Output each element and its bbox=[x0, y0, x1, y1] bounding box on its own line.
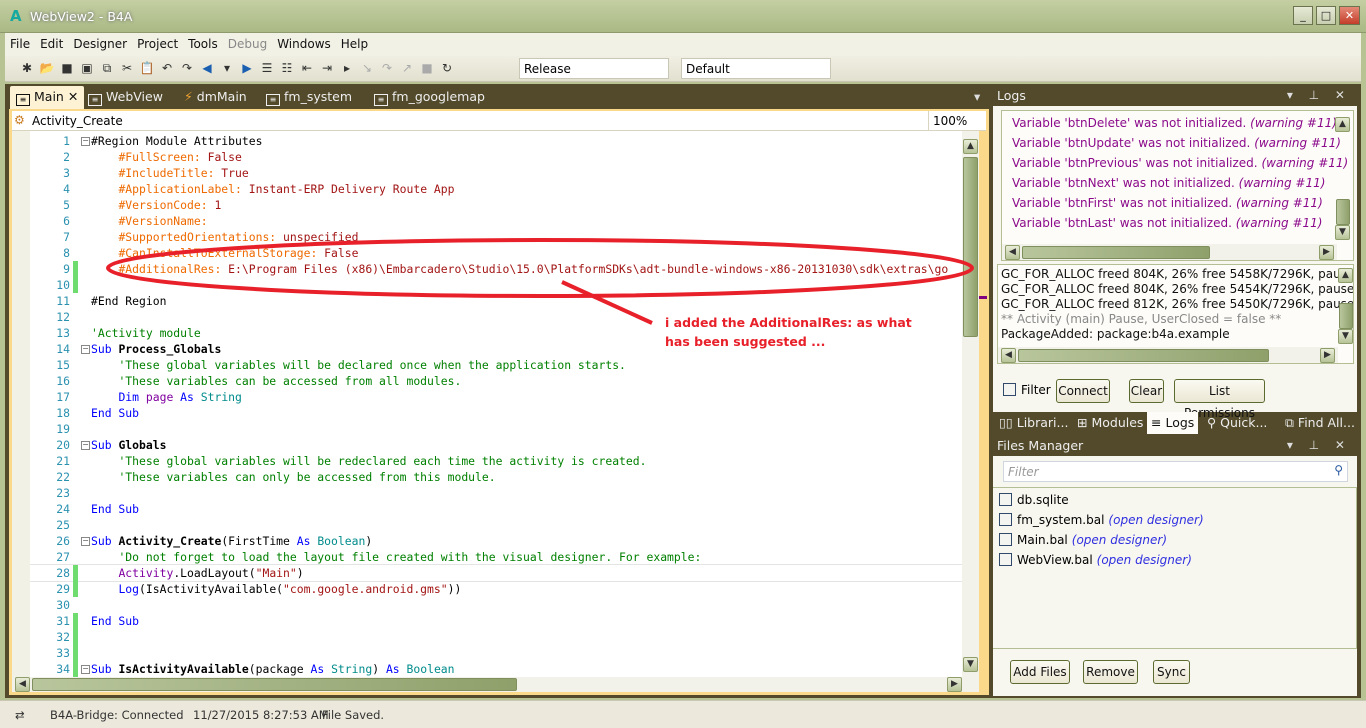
connect-button[interactable]: Connect bbox=[1056, 379, 1110, 403]
file-name[interactable]: Main.bal bbox=[1017, 533, 1068, 547]
checkbox-icon[interactable] bbox=[999, 493, 1012, 506]
warning-tag: (warning #11) bbox=[1254, 136, 1341, 150]
warnings-hscroll[interactable]: ◀ ▶ bbox=[1002, 244, 1337, 260]
checkbox-icon[interactable] bbox=[999, 533, 1012, 546]
warning-tag: (warning #11) bbox=[1261, 156, 1349, 170]
list-permissions-button[interactable]: List Permissions bbox=[1174, 379, 1265, 420]
scroll-left-icon[interactable]: ◀ bbox=[1001, 348, 1016, 363]
status-message: File Saved. bbox=[322, 708, 385, 722]
scroll-thumb[interactable] bbox=[1339, 303, 1353, 329]
file-item[interactable]: WebView.bal (open designer) bbox=[993, 550, 1356, 570]
logs-icon: ≡ bbox=[1151, 415, 1162, 430]
annotation-arrow bbox=[561, 280, 653, 325]
log-warning[interactable]: Variable 'btnFirst' was not initialized.… bbox=[1002, 193, 1353, 213]
status-time: 11/27/2015 8:27:53 AM bbox=[193, 708, 329, 722]
find-all-icon: ⧉ bbox=[1285, 415, 1294, 430]
log-line: ** Activity (main) Pause, UserClosed = f… bbox=[1001, 312, 1282, 326]
scroll-left-icon[interactable]: ◀ bbox=[1005, 245, 1020, 260]
log-warning[interactable]: Variable 'btnDelete' was not initialized… bbox=[1002, 113, 1353, 133]
log-warning[interactable]: Variable 'btnUpdate' was not initialized… bbox=[1002, 133, 1353, 153]
tab-libraries[interactable]: ▯▯ Librari... bbox=[995, 412, 1072, 434]
book-icon: ▯▯ bbox=[999, 415, 1013, 430]
scroll-up-icon[interactable]: ▲ bbox=[1338, 268, 1353, 283]
status-bar: ⇄ B4A-Bridge: Connected 11/27/2015 8:27:… bbox=[0, 700, 1366, 728]
search-icon: ⚲ bbox=[1207, 415, 1217, 430]
scroll-right-icon[interactable]: ▶ bbox=[1320, 348, 1335, 363]
tab-quick-search[interactable]: ⚲ Quick... bbox=[1203, 412, 1271, 434]
scroll-down-icon[interactable]: ▼ bbox=[1335, 225, 1350, 240]
filter-checkbox[interactable]: Filter bbox=[1003, 383, 1051, 397]
annotation-text: i added the AdditionalRes: as what has b… bbox=[665, 315, 912, 349]
tab-modules[interactable]: ⊞ Modules bbox=[1073, 412, 1147, 434]
sync-button[interactable]: Sync bbox=[1153, 660, 1190, 684]
file-name[interactable]: fm_system.bal bbox=[1017, 513, 1104, 527]
scroll-thumb[interactable] bbox=[1336, 199, 1350, 225]
warning-tag: (warning #11) bbox=[1250, 116, 1337, 130]
scroll-thumb[interactable] bbox=[1018, 349, 1269, 362]
log-warning[interactable]: Variable 'btnPrevious' was not initializ… bbox=[1002, 153, 1353, 173]
log-line: GC_FOR_ALLOC freed 804K, 26% free 5458K/… bbox=[1001, 267, 1354, 281]
log-warning[interactable]: Variable 'btnLast' was not initialized. … bbox=[1002, 213, 1353, 233]
open-designer-link[interactable]: (open designer) bbox=[1097, 553, 1192, 567]
warning-message: Variable 'btnPrevious' was not initializ… bbox=[1012, 156, 1258, 170]
clear-button[interactable]: Clear bbox=[1129, 379, 1164, 403]
panel-tabs: ▯▯ Librari... ⊞ Modules ≡ Logs ⚲ Quick..… bbox=[993, 412, 1357, 434]
warnings-list[interactable]: Variable 'btnDelete' was not initialized… bbox=[1001, 110, 1354, 261]
log-warning[interactable]: Variable 'btnNext' was not initialized. … bbox=[1002, 173, 1353, 193]
checkbox-icon[interactable] bbox=[999, 513, 1012, 526]
logs-panel: Variable 'btnDelete' was not initialized… bbox=[993, 106, 1357, 420]
open-designer-link[interactable]: (open designer) bbox=[1108, 513, 1203, 527]
file-name[interactable]: db.sqlite bbox=[1017, 493, 1069, 507]
files-list: db.sqlite fm_system.bal (open designer) Mai… bbox=[993, 487, 1357, 649]
panel-controls-icon[interactable]: ▾ ⊥ ✕ bbox=[1287, 438, 1351, 452]
scroll-up-icon[interactable]: ▲ bbox=[1335, 117, 1350, 132]
log-line: GC_FOR_ALLOC freed 804K, 26% free 5454K/… bbox=[1001, 282, 1354, 296]
checkbox-icon[interactable] bbox=[999, 553, 1012, 566]
warning-message: Variable 'btnLast' was not initialized. bbox=[1012, 216, 1232, 230]
scroll-down-icon[interactable]: ▼ bbox=[1338, 329, 1353, 344]
log-hscroll[interactable]: ◀ ▶ bbox=[998, 347, 1338, 363]
search-icon: ⚲ bbox=[1334, 463, 1343, 477]
tab-logs[interactable]: ≡ Logs bbox=[1147, 412, 1199, 434]
checkbox-icon[interactable] bbox=[1003, 383, 1016, 396]
warning-message: Variable 'btnNext' was not initialized. bbox=[1012, 176, 1235, 190]
bridge-status: B4A-Bridge: Connected bbox=[50, 708, 184, 722]
add-files-button[interactable]: Add Files bbox=[1010, 660, 1070, 684]
logs-title-bar: Logs ▾ ⊥ ✕ bbox=[993, 86, 1357, 106]
files-manager-panel: Filter ⚲ db.sqlite fm_system.bal (open desi… bbox=[993, 456, 1357, 696]
open-designer-link[interactable]: (open designer) bbox=[1072, 533, 1167, 547]
warning-message: Variable 'btnUpdate' was not initialized… bbox=[1012, 136, 1251, 150]
right-panel: Logs ▾ ⊥ ✕ Variable 'btnDelete' was not i… bbox=[993, 86, 1357, 696]
warning-tag: (warning #11) bbox=[1235, 196, 1323, 210]
file-item[interactable]: fm_system.bal (open designer) bbox=[993, 510, 1356, 530]
modules-icon: ⊞ bbox=[1077, 415, 1088, 430]
file-name[interactable]: WebView.bal bbox=[1017, 553, 1093, 567]
annotation-ellipse bbox=[106, 238, 974, 298]
tab-find-all[interactable]: ⧉ Find All... bbox=[1281, 412, 1359, 434]
warning-message: Variable 'btnFirst' was not initialized. bbox=[1012, 196, 1233, 210]
warning-message: Variable 'btnDelete' was not initialized… bbox=[1012, 116, 1247, 130]
bridge-icon: ⇄ bbox=[15, 708, 25, 722]
files-manager-title-bar: Files Manager ▾ ⊥ ✕ bbox=[993, 436, 1357, 456]
scroll-thumb[interactable] bbox=[1022, 246, 1210, 259]
scroll-right-icon[interactable]: ▶ bbox=[1319, 245, 1334, 260]
file-item[interactable]: db.sqlite bbox=[993, 490, 1356, 510]
panel-controls-icon[interactable]: ▾ ⊥ ✕ bbox=[1287, 88, 1351, 102]
warning-tag: (warning #11) bbox=[1238, 176, 1326, 190]
warning-tag: (warning #11) bbox=[1235, 216, 1323, 230]
files-filter-input[interactable]: Filter ⚲ bbox=[1003, 461, 1348, 482]
file-item[interactable]: Main.bal (open designer) bbox=[993, 530, 1356, 550]
log-line: PackageAdded: package:b4a.example bbox=[1001, 327, 1230, 341]
log-line: GC_FOR_ALLOC freed 812K, 26% free 5450K/… bbox=[1001, 297, 1354, 311]
remove-button[interactable]: Remove bbox=[1083, 660, 1138, 684]
device-log-output[interactable]: GC_FOR_ALLOC freed 804K, 26% free 5458K/… bbox=[997, 264, 1354, 364]
